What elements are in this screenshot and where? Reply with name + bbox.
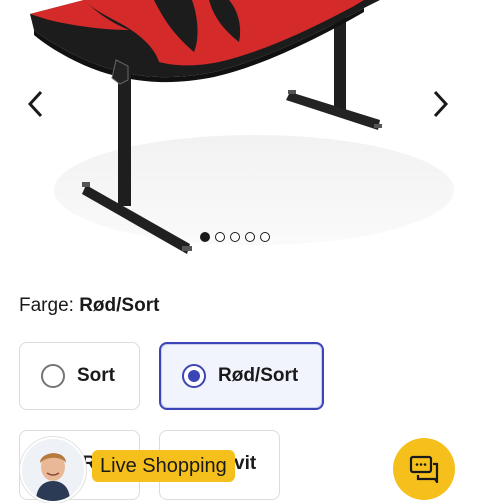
radio-checked-icon — [182, 364, 206, 388]
radio-unchecked-icon — [41, 364, 65, 388]
color-label: Farge: Rød/Sort — [19, 295, 159, 317]
live-shopping-button[interactable]: Live Shopping — [20, 437, 235, 503]
host-avatar-image — [22, 439, 84, 501]
color-option-label: Rød/Sort — [218, 365, 299, 386]
carousel-dot[interactable] — [245, 232, 255, 242]
chevron-right-icon — [433, 90, 449, 118]
carousel-dots — [200, 230, 270, 244]
carousel-dot[interactable] — [200, 232, 210, 242]
color-option-label: Sort — [77, 365, 115, 386]
product-gallery[interactable] — [0, 0, 480, 258]
color-label-title: Farge: — [19, 295, 74, 316]
chat-icon — [409, 455, 439, 483]
product-image — [24, 0, 456, 256]
chevron-left-icon — [27, 90, 43, 118]
color-option-sort[interactable]: Sort — [19, 342, 140, 410]
carousel-dot[interactable] — [230, 232, 240, 242]
color-selected-value: Rød/Sort — [79, 295, 160, 316]
carousel-dot[interactable] — [215, 232, 225, 242]
chat-button[interactable] — [393, 438, 455, 500]
color-option-label: vit — [234, 453, 257, 474]
color-option-rod-sort[interactable]: Rød/Sort — [159, 342, 324, 410]
live-shopping-label: Live Shopping — [92, 450, 235, 482]
carousel-dot[interactable] — [260, 232, 270, 242]
avatar — [20, 437, 86, 503]
next-image-button[interactable] — [426, 86, 456, 122]
prev-image-button[interactable] — [20, 86, 50, 122]
